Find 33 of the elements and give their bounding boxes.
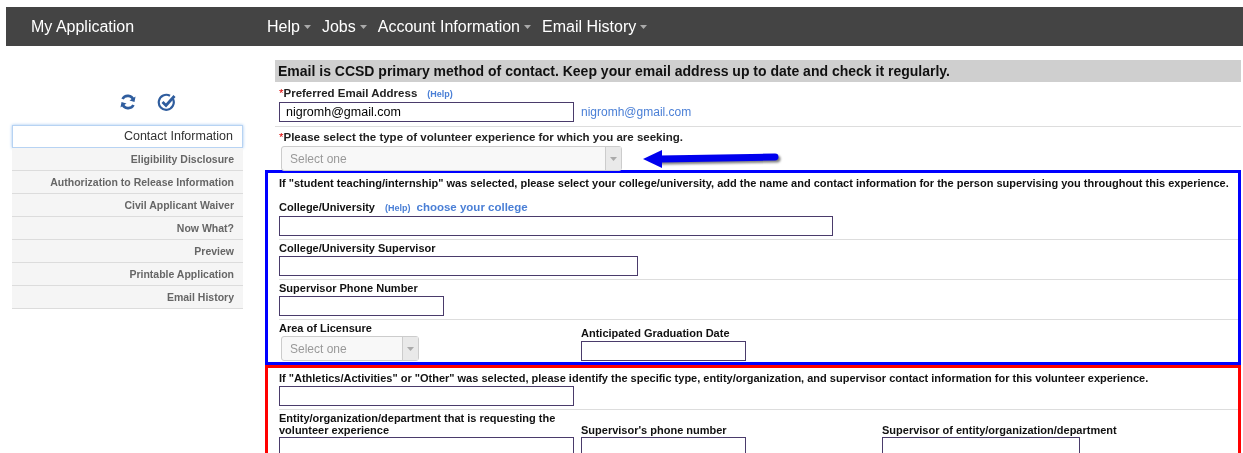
dropdown[interactable]: Select one xyxy=(281,146,622,171)
menu-item[interactable]: Account Information xyxy=(377,17,531,36)
menu-item[interactable]: Help xyxy=(267,17,311,36)
section-note: If "Athletics/Activities" or "Other" was selected, please identify the specific type, entity/organization, and supervisor contact information for this volunteer experience. xyxy=(279,371,1150,385)
sidebar-item[interactable]: Civil Applicant Waiver xyxy=(12,194,243,217)
help-link[interactable]: (Help) xyxy=(427,89,453,99)
field-label: *Preferred Email Address xyxy=(279,87,418,99)
field-label: Supervisor's phone number xyxy=(581,424,727,436)
email-link[interactable]: nigromh@gmail.com xyxy=(581,105,692,119)
menu-item[interactable]: Email History xyxy=(542,17,648,36)
section-note: If "student teaching/internship" was selected, please select your college/university, add the name and contact information for the person supervising you throughout this experience. xyxy=(279,176,1230,190)
field-label: Supervisor Phone Number xyxy=(279,282,418,294)
field-label: Entity/organization/department that is requesting the volunteer experience xyxy=(279,412,556,436)
sidebar-item[interactable]: Preview xyxy=(12,240,243,263)
sidebar-item[interactable]: Printable Application xyxy=(12,263,243,286)
sidebar-item[interactable]: Email History xyxy=(12,286,243,309)
app-title[interactable]: My Application xyxy=(31,17,267,36)
help-link[interactable]: (Help) xyxy=(385,203,411,213)
sidebar-item[interactable]: Contact Information xyxy=(12,125,243,148)
college-link[interactable]: choose your college xyxy=(416,201,528,213)
menu-item[interactable]: Jobs xyxy=(321,17,367,36)
field-label: Anticipated Graduation Date xyxy=(581,327,730,339)
field-label: Supervisor of entity/organization/department xyxy=(882,424,1117,436)
email-input-field[interactable]: nigromh@gmail.com xyxy=(279,102,574,122)
sidebar-item[interactable]: Now What? xyxy=(12,217,243,240)
field-label: College/University Supervisor xyxy=(279,242,436,254)
field-label: College/University xyxy=(279,201,375,213)
notice-banner: Email is CCSD primary method of contact. Keep your email address up to date and check it regularly. xyxy=(275,60,1241,82)
dropdown[interactable]: Select one xyxy=(281,336,419,361)
field-label: *Please select the type of volunteer experience for which you are seeking. xyxy=(279,131,684,144)
sidebar-item[interactable]: Authorization to Release Information xyxy=(12,171,243,194)
sidebar-item[interactable]: Eligibility Disclosure xyxy=(12,148,243,171)
field-label: Area of Licensure xyxy=(279,322,372,334)
